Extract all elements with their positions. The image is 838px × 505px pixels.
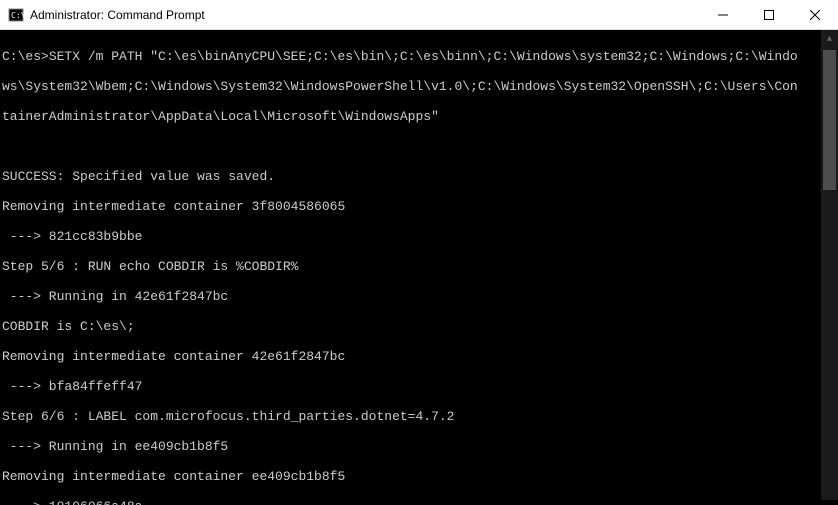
terminal-line: SUCCESS: Specified value was saved. xyxy=(2,169,836,184)
terminal-line: Removing intermediate container 3f800458… xyxy=(2,199,836,214)
window-titlebar: C:\ Administrator: Command Prompt xyxy=(0,0,838,30)
maximize-button[interactable] xyxy=(746,0,792,29)
terminal-line: ---> 19106066a48a xyxy=(2,499,836,505)
scroll-up-arrow[interactable]: ▲ xyxy=(821,30,838,47)
scrollbar-thumb[interactable] xyxy=(823,50,836,190)
window-controls xyxy=(700,0,838,29)
svg-text:C:\: C:\ xyxy=(11,11,24,20)
terminal-line: ---> 821cc83b9bbe xyxy=(2,229,836,244)
terminal-line: tainerAdministrator\AppData\Local\Micros… xyxy=(2,109,836,124)
command-text: SETX /m PATH "C:\es\binAnyCPU\SEE;C:\es\… xyxy=(49,49,798,64)
terminal-line: COBDIR is C:\es\; xyxy=(2,319,836,334)
terminal-output[interactable]: C:\es>SETX /m PATH "C:\es\binAnyCPU\SEE;… xyxy=(0,30,838,505)
terminal-line: Removing intermediate container 42e61f28… xyxy=(2,349,836,364)
terminal-line: ---> Running in ee409cb1b8f5 xyxy=(2,439,836,454)
close-button[interactable] xyxy=(792,0,838,29)
terminal-line: ---> Running in 42e61f2847bc xyxy=(2,289,836,304)
cmd-icon: C:\ xyxy=(8,7,24,23)
terminal-line: Removing intermediate container ee409cb1… xyxy=(2,469,836,484)
terminal-line: ws\System32\Wbem;C:\Windows\System32\Win… xyxy=(2,79,836,94)
terminal-line: Step 5/6 : RUN echo COBDIR is %COBDIR% xyxy=(2,259,836,274)
vertical-scrollbar[interactable]: ▲ xyxy=(821,30,838,500)
minimize-button[interactable] xyxy=(700,0,746,29)
terminal-line: C:\es>SETX /m PATH "C:\es\binAnyCPU\SEE;… xyxy=(2,49,836,64)
prompt: C:\es> xyxy=(2,49,49,64)
terminal-line xyxy=(2,139,836,154)
terminal-line: Step 6/6 : LABEL com.microfocus.third_pa… xyxy=(2,409,836,424)
window-title: Administrator: Command Prompt xyxy=(30,8,700,22)
terminal-line: ---> bfa84ffeff47 xyxy=(2,379,836,394)
